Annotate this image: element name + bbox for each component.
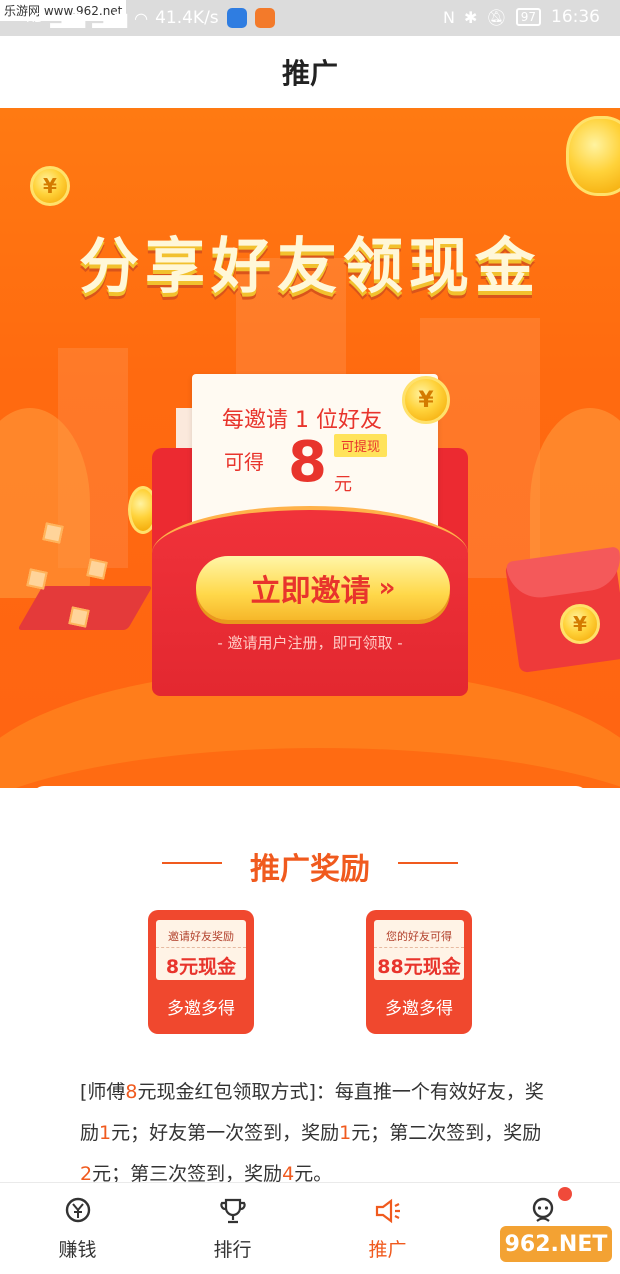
page-title: 推广 — [281, 57, 338, 90]
reward-voucher: 您的好友可得 88元现金 多邀多得 — [366, 910, 472, 1034]
yuan-coin-icon — [61, 1195, 95, 1227]
page-header: 推广 — [0, 36, 620, 108]
voucher-label: 您的好友可得 — [374, 928, 464, 948]
mute-icon: 🔕︎ — [486, 7, 506, 27]
yuan-coin-icon: ¥ — [560, 604, 600, 644]
description-text: 元；好友第一次签到，奖励 — [111, 1122, 340, 1144]
description-text: [师傅 — [80, 1081, 126, 1103]
promo-banner: ¥ 分享好友领现金 每邀请 1 位好友 可得 8 可提现 元 ¥ 立即邀请 » … — [0, 108, 620, 788]
description-text: 元；第二次签到，奖励 — [351, 1122, 542, 1144]
app-notification-icon — [226, 8, 247, 28]
yuan-coin-icon: ¥ — [402, 376, 450, 424]
voucher-paper: 您的好友可得 88元现金 — [374, 920, 464, 980]
battery-icon: 97 — [515, 8, 541, 26]
notification-badge — [558, 1187, 572, 1201]
double-chevron-right-icon: » — [378, 573, 396, 603]
megaphone-icon — [371, 1195, 405, 1227]
invite-hint: - 邀请用户注册，即可领取 - — [217, 634, 403, 652]
tab-label: 赚钱 — [58, 1239, 97, 1261]
invite-now-button[interactable]: 立即邀请 » — [196, 556, 450, 620]
cube-icon — [42, 522, 64, 544]
voucher-amount: 88元现金 — [377, 956, 461, 978]
network-speed: 41.4K/s — [155, 8, 219, 28]
voucher-amount: 8元现金 — [165, 956, 237, 978]
hd-signal-icon: HD — [26, 11, 43, 25]
profile-icon — [526, 1195, 560, 1227]
yuan-coin-icon: ¥ — [30, 166, 70, 206]
tab-earn[interactable]: 赚钱 — [0, 1183, 155, 1274]
withdrawable-tag: 可提现 — [334, 434, 388, 457]
cube-icon — [86, 558, 108, 580]
signal-icon-2: ▂▄▆ — [92, 8, 127, 28]
reward-title: 推广奖励 — [250, 852, 370, 887]
tab-label: 排行 — [213, 1239, 252, 1261]
nfc-icon: N — [443, 7, 455, 27]
tab-label: 推广 — [368, 1239, 407, 1261]
clock: 16:36 — [551, 7, 600, 27]
invite-button-label: 立即邀请 — [250, 574, 371, 609]
letter-amount: 8 — [288, 430, 327, 495]
tab-promote[interactable]: 推广 — [310, 1183, 465, 1274]
wifi-icon: ◠ — [134, 8, 148, 28]
letter-prefix: 可得 — [224, 450, 264, 474]
cube-icon — [68, 606, 90, 628]
app-notification-icon-2 — [254, 8, 275, 28]
trophy-icon — [216, 1195, 250, 1227]
tab-ranking[interactable]: 排行 — [155, 1183, 310, 1274]
status-bar: 乐游网 www.962.net HD ▂▄▆ ▂▄▆ ◠ 41.4K/s N ✱… — [0, 0, 620, 36]
reward-amount-highlight: 8 — [125, 1081, 138, 1103]
voucher-paper: 邀请好友奖励 8元现金 — [156, 920, 246, 980]
reward-amount-highlight: 1 — [99, 1122, 112, 1144]
voucher-label: 邀请好友奖励 — [156, 928, 246, 948]
reward-amount-highlight: 1 — [339, 1122, 352, 1144]
voucher-footer: 多邀多得 — [167, 999, 235, 1019]
reward-voucher: 邀请好友奖励 8元现金 多邀多得 — [148, 910, 254, 1034]
voucher-footer: 多邀多得 — [385, 999, 453, 1019]
title-divider-right — [398, 862, 458, 864]
bluetooth-icon: ✱ — [464, 7, 477, 27]
signal-icon: ▂▄▆ — [50, 8, 85, 28]
banner-title: 分享好友领现金 — [79, 232, 541, 302]
site-watermark-logo: 962.NET — [500, 1226, 612, 1262]
reward-description: [师傅8元现金红包领取方式]：每直推一个有效好友，奖励1元；好友第一次签到，奖励… — [80, 1072, 550, 1195]
gold-ring-icon — [566, 116, 620, 196]
letter-unit: 元 — [334, 474, 352, 495]
cube-icon — [26, 568, 48, 590]
